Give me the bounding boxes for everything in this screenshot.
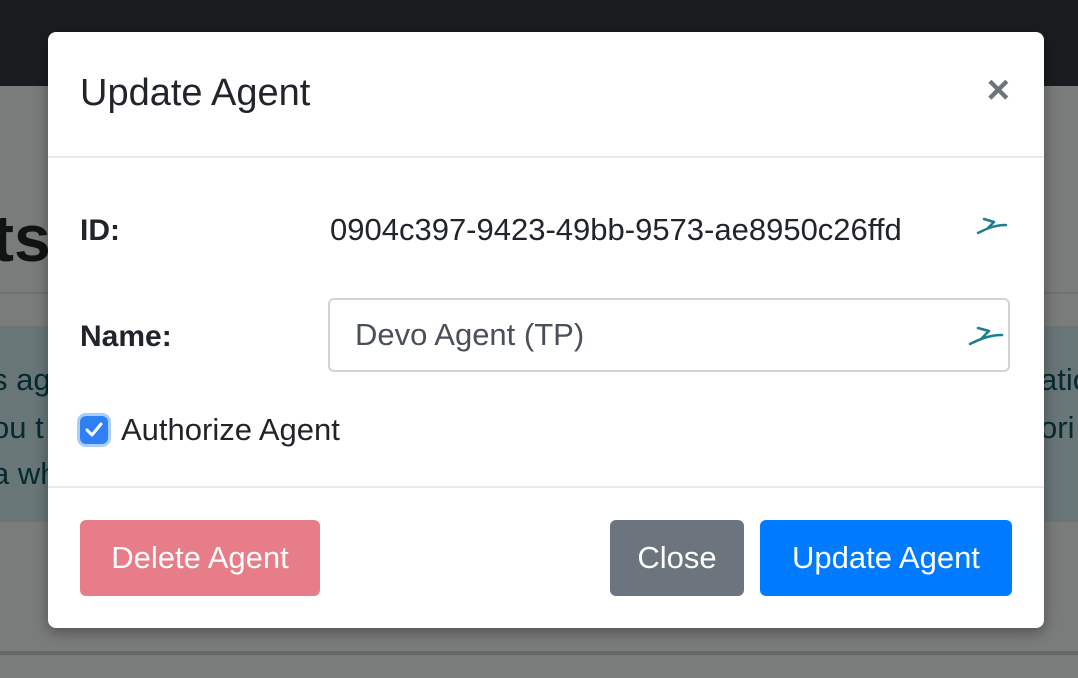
close-icon[interactable]: × xyxy=(987,70,1010,110)
agent-id-value: 0904c397-9423-49bb-9573-ae8950c26ffd xyxy=(330,212,902,247)
update-agent-modal: Update Agent × ID: 0904c397-9423-49bb-95… xyxy=(48,32,1044,628)
checkmark-icon xyxy=(85,422,103,437)
update-agent-button[interactable]: Update Agent xyxy=(760,520,1012,596)
id-label: ID: xyxy=(80,214,120,247)
modal-footer: Delete Agent Close Update Agent xyxy=(48,486,1044,628)
pen-icon xyxy=(968,324,1004,355)
modal-title: Update Agent xyxy=(80,72,311,114)
pen-icon xyxy=(976,216,1008,243)
authorize-agent-checkbox[interactable] xyxy=(80,416,108,444)
delete-agent-button[interactable]: Delete Agent xyxy=(80,520,320,596)
agent-name-input[interactable] xyxy=(328,298,1010,372)
close-button[interactable]: Close xyxy=(610,520,744,596)
name-label: Name: xyxy=(80,320,172,353)
app-screen: ts s age ou t a wh atio ori Update Agent… xyxy=(0,0,1078,678)
modal-header: Update Agent × xyxy=(48,32,1044,158)
authorize-agent-label[interactable]: Authorize Agent xyxy=(121,412,340,448)
